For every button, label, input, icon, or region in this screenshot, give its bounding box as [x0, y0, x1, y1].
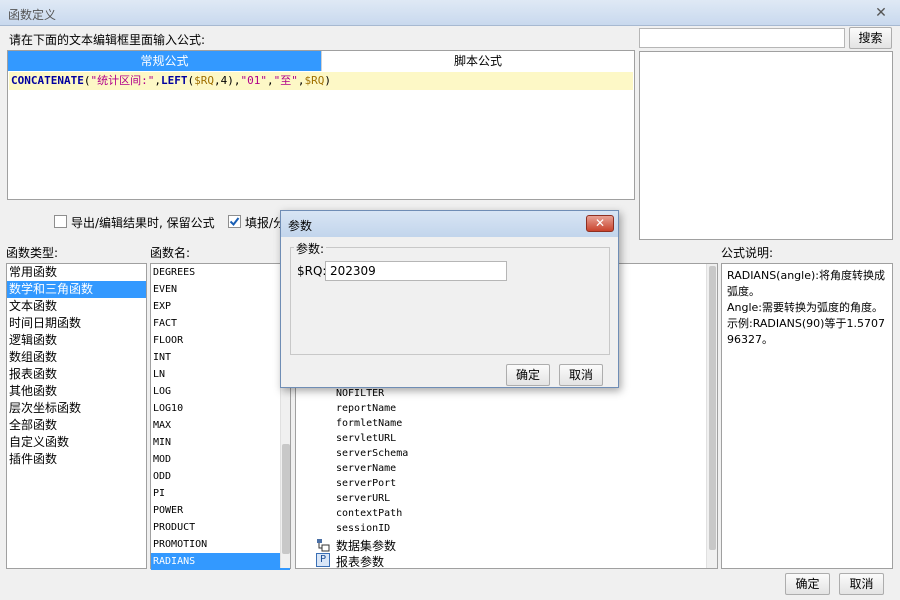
search-button[interactable]: 搜索: [849, 27, 892, 49]
function-name-header: 函数名:: [150, 246, 191, 260]
function-name-item[interactable]: LOG10: [151, 400, 290, 417]
function-type-item[interactable]: 数学和三角函数: [7, 281, 146, 298]
formula-token: $RQ: [304, 74, 325, 87]
scrollbar-thumb[interactable]: [709, 266, 716, 550]
param-tree-item[interactable]: serverName: [336, 461, 408, 476]
function-type-list[interactable]: 常用函数 数学和三角函数 文本函数 时间日期函数 逻辑函数 数组函数 报表函数 其他函数 层次坐…: [6, 263, 147, 569]
function-name-item[interactable]: LN: [151, 366, 290, 383]
keep-formula-checkbox[interactable]: [54, 215, 67, 228]
param-tree-scrollbar[interactable]: [706, 264, 717, 568]
function-type-item[interactable]: 常用函数: [7, 264, 146, 281]
function-type-item[interactable]: 层次坐标函数: [7, 400, 146, 417]
param-tree-item[interactable]: servletURL: [336, 431, 408, 446]
param-tree-item[interactable]: NOFILTER: [336, 386, 408, 401]
function-name-item[interactable]: POWER: [151, 502, 290, 519]
function-name-item[interactable]: FLOOR: [151, 332, 290, 349]
function-name-item[interactable]: EXP: [151, 298, 290, 315]
function-type-item[interactable]: 文本函数: [7, 298, 146, 315]
keep-formula-label: 导出/编辑结果时, 保留公式: [71, 216, 215, 230]
title-bar: 函数定义 ✕: [0, 0, 900, 26]
description-panel: RADIANS(angle):将角度转换成弧度。 Angle:需要转换为弧度的角度…: [721, 263, 893, 569]
ok-button[interactable]: 确定: [785, 573, 830, 595]
formula-token: ): [324, 74, 331, 87]
function-name-item[interactable]: FACT: [151, 315, 290, 332]
function-type-item[interactable]: 时间日期函数: [7, 315, 146, 332]
search-results-panel[interactable]: [639, 51, 893, 240]
prompt-label: 请在下面的文本编辑框里面输入公式:: [9, 33, 206, 47]
formula-token: CONCATENATE: [11, 74, 84, 87]
formula-token: "统计区间:": [90, 74, 155, 87]
formula-line[interactable]: CONCATENATE("统计区间:",LEFT($RQ,4),"01","至"…: [9, 72, 633, 90]
close-icon[interactable]: ✕: [870, 4, 892, 22]
fill-option-checkbox[interactable]: [228, 215, 241, 228]
description-line: 示例:RADIANS(90)等于1.570796327。: [727, 317, 885, 346]
param-tree-item[interactable]: serverURL: [336, 491, 408, 506]
param-dialog-titlebar: 参数 ✕: [281, 211, 618, 237]
search-input[interactable]: [639, 28, 845, 48]
function-name-item[interactable]: INT: [151, 349, 290, 366]
param-tree-item[interactable]: serverSchema: [336, 446, 408, 461]
dataset-param-label: 数据集参数: [336, 539, 397, 553]
formula-token: LEFT: [160, 74, 188, 87]
report-param-label: 报表参数: [336, 555, 385, 569]
window-title: 函数定义: [8, 8, 57, 22]
check-icon: [229, 217, 240, 227]
param-tree-item[interactable]: formletName: [336, 416, 408, 431]
param-cancel-button[interactable]: 取消: [559, 364, 603, 386]
function-name-item[interactable]: LOG: [151, 383, 290, 400]
function-type-item[interactable]: 自定义函数: [7, 434, 146, 451]
function-name-item[interactable]: MOD: [151, 451, 290, 468]
function-name-item[interactable]: ODD: [151, 468, 290, 485]
param-rq-input[interactable]: 202309: [325, 261, 507, 281]
function-name-item[interactable]: MAX: [151, 417, 290, 434]
description-line: Angle:需要转换为弧度的角度。: [727, 301, 884, 314]
param-group-label: 参数:: [294, 240, 327, 257]
function-type-item[interactable]: 其他函数: [7, 383, 146, 400]
function-name-item[interactable]: PROMOTION: [151, 536, 290, 553]
formula-token: ,4): [213, 74, 234, 87]
function-type-item[interactable]: 插件函数: [7, 451, 146, 468]
scrollbar-thumb[interactable]: [282, 444, 290, 554]
formula-token: ,: [266, 74, 274, 87]
param-tree-item[interactable]: reportName: [336, 401, 408, 416]
param-tree-item[interactable]: sessionID: [336, 521, 408, 536]
function-name-item[interactable]: EVEN: [151, 281, 290, 298]
report-param-icon: P: [316, 553, 330, 567]
formula-token: ,: [154, 74, 161, 87]
close-icon[interactable]: ✕: [586, 215, 614, 232]
function-name-item[interactable]: PRODUCT: [151, 519, 290, 536]
function-name-item[interactable]: MIN: [151, 434, 290, 451]
param-tree-item[interactable]: serverPort: [336, 476, 408, 491]
tab-script-formula[interactable]: 脚本公式: [321, 51, 634, 71]
formula-token: "至": [273, 74, 298, 87]
function-type-item[interactable]: 全部函数: [7, 417, 146, 434]
function-name-item[interactable]: RADIANS: [151, 553, 290, 570]
param-field-label: $RQ:: [297, 264, 327, 278]
param-ok-button[interactable]: 确定: [506, 364, 550, 386]
param-tree-item[interactable]: contextPath: [336, 506, 408, 521]
function-name-item[interactable]: PI: [151, 485, 290, 502]
param-dialog: 参数 ✕ 参数: $RQ: 202309 确定 取消: [280, 210, 619, 388]
description-header: 公式说明:: [721, 246, 774, 260]
description-line: RADIANS(angle):将角度转换成弧度。: [727, 269, 885, 298]
function-type-item[interactable]: 逻辑函数: [7, 332, 146, 349]
cancel-button[interactable]: 取消: [839, 573, 884, 595]
function-type-header: 函数类型:: [6, 246, 59, 260]
function-type-item[interactable]: 报表函数: [7, 366, 146, 383]
function-type-item[interactable]: 数组函数: [7, 349, 146, 366]
function-name-list[interactable]: DEGREES EVEN EXP FACT FLOOR INT LN LOG LOG10 MAX M…: [150, 263, 291, 570]
formula-token: "01": [240, 74, 267, 87]
formula-token: $RQ: [194, 74, 214, 87]
tab-regular-formula[interactable]: 常规公式: [8, 51, 321, 71]
param-dialog-title: 参数: [288, 219, 313, 233]
function-name-item[interactable]: DEGREES: [151, 264, 290, 281]
dataset-param-icon: [317, 539, 330, 552]
